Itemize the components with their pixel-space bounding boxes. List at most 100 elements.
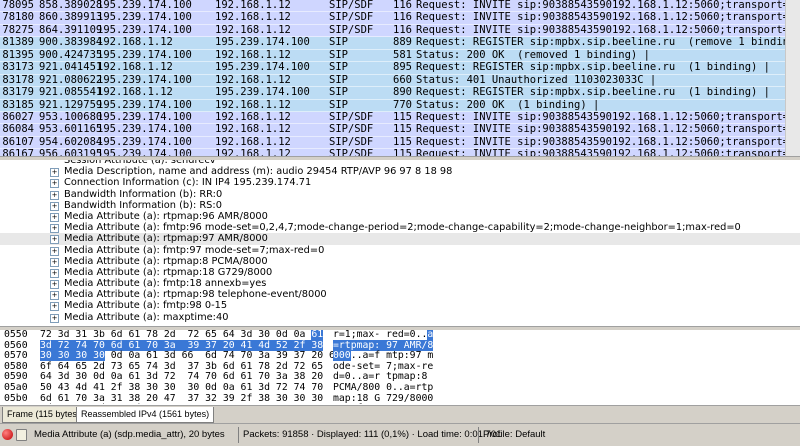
- status-bar: Media Attribute (a) (sdp.media_attr), 20…: [0, 423, 800, 446]
- hex-bytes: 72 3d 31 3b 6d 61 78 2d 72 65 64 3d 30 0…: [40, 330, 324, 341]
- packet-number: 86107: [2, 135, 34, 148]
- packet-destination: 192.168.1.12: [215, 98, 291, 111]
- packet-protocol: SIP: [329, 73, 348, 86]
- detail-row[interactable]: + Media Attribute (a): rtpmap:18 G729/800…: [0, 267, 800, 278]
- hex-ascii-plain: ode-set= 7;max-re: [333, 360, 434, 372]
- detail-row-label: Media Attribute (a): rtpmap:96 AMR/8000: [64, 210, 268, 222]
- status-profile[interactable]: Profile: Default: [478, 427, 545, 443]
- status-packets: Packets: 91858 · Displayed: 111 (0,1%) ·…: [238, 427, 501, 443]
- detail-row[interactable]: + Media Attribute (a): fmtp:97 mode-set=7…: [0, 245, 800, 256]
- packet-length: 115: [393, 148, 412, 156]
- hex-row[interactable]: 0550 72 3d 31 3b 6d 61 78 2d 72 65 64 3d …: [0, 330, 800, 341]
- packet-length: 660: [393, 73, 412, 86]
- packet-protocol: SIP: [329, 98, 348, 111]
- expand-icon[interactable]: +: [50, 280, 59, 290]
- hex-bytes-plain: 0d 0a 61 3d 66 6d 74 70 3a 31 38 20 61 6…: [40, 403, 323, 404]
- packet-number: 81395: [2, 48, 34, 61]
- hex-offset: 0550: [4, 330, 28, 340]
- packet-destination: 195.239.174.100: [215, 61, 310, 74]
- expand-icon[interactable]: +: [50, 257, 59, 267]
- packet-row[interactable]: 83173 921.041451 192.168.1.12 195.239.174.1…: [0, 61, 800, 75]
- detail-row[interactable]: + Media Attribute (a): rtpmap:97 AMR/8000: [0, 233, 800, 245]
- packet-row[interactable]: 83179 921.085541 192.168.1.12 195.239.174.1…: [0, 86, 800, 100]
- expand-icon[interactable]: +: [50, 246, 59, 256]
- packet-row[interactable]: 78180 860.389913 195.239.174.100 192.168.1.…: [0, 11, 800, 25]
- expand-icon[interactable]: +: [50, 302, 59, 312]
- expand-icon[interactable]: +: [50, 190, 59, 200]
- capture-comment-icon[interactable]: [16, 429, 27, 441]
- packet-info: Request: REGISTER sip:mpbx.sip.beeline.r…: [416, 61, 771, 74]
- packet-destination: 192.168.1.12: [215, 23, 291, 36]
- packet-length: 890: [393, 86, 412, 99]
- detail-row-label: Session Attribute (a): sendrecv: [64, 160, 216, 166]
- packet-info: Request: INVITE sip:90388543590192.168.1…: [416, 110, 800, 123]
- detail-row[interactable]: + Media Attribute (a): rtpmap:96 AMR/8000: [0, 211, 800, 222]
- detail-row[interactable]: + Media Attribute (a): fmtp:96 mode-set=0…: [0, 222, 800, 234]
- detail-row[interactable]: + Connection Information (c): IN IP4 195.…: [0, 177, 800, 189]
- hex-bytes-highlighted: 3d 72 74 70 6d 61 70 3a 39 37 20 41 4d 5…: [40, 339, 324, 351]
- packet-protocol: SIP/SDF: [329, 23, 374, 36]
- detail-row-label: Media Attribute (a): fmtp:96 mode-set=0,…: [64, 222, 741, 234]
- packet-source: 195.239.174.100: [97, 48, 192, 61]
- detail-row-label: Media Attribute (a): fmtp:98 0-15: [64, 300, 228, 312]
- packet-protocol: SIP/SDF: [329, 11, 374, 24]
- packet-time: 921.080622: [39, 73, 103, 86]
- hex-ascii-highlighted: 000: [333, 350, 351, 362]
- packet-bytes-pane[interactable]: 0550 72 3d 31 3b 6d 61 78 2d 72 65 64 3d …: [0, 330, 800, 404]
- detail-row[interactable]: + Media Attribute (a): fmtp:18 annexb=yes: [0, 278, 800, 290]
- hex-ascii-plain: ..a=f mtp:97 m: [350, 350, 434, 362]
- expand-icon[interactable]: +: [50, 224, 59, 234]
- detail-row[interactable]: + Bandwidth Information (b): RS:0: [0, 200, 800, 211]
- expand-icon[interactable]: +: [50, 291, 59, 301]
- packet-info: Request: INVITE sip:90388543590192.168.1…: [416, 23, 800, 36]
- detail-row[interactable]: + Bandwidth Information (b): RR:0: [0, 189, 800, 200]
- expert-info-icon[interactable]: [2, 429, 13, 440]
- detail-row-label: Media Attribute (a): fmtp:97 mode-set=7;…: [64, 244, 325, 256]
- expand-icon[interactable]: +: [50, 212, 59, 222]
- packet-protocol: SIP/SDF: [329, 123, 374, 136]
- packet-source: 195.239.174.100: [97, 123, 192, 136]
- packet-list[interactable]: 78095 858.389028 195.239.174.100 192.168.1.…: [0, 0, 800, 156]
- expand-icon[interactable]: +: [50, 201, 59, 211]
- expand-icon[interactable]: +: [50, 313, 59, 323]
- packet-time: 858.389028: [39, 0, 103, 11]
- packet-time: 900.424735: [39, 48, 103, 61]
- packet-row[interactable]: 81389 900.383984 192.168.1.12 195.239.174.1…: [0, 36, 800, 50]
- packet-list-scrollbar[interactable]: [785, 0, 800, 156]
- detail-row[interactable]: + Media Description, name and address (m)…: [0, 166, 800, 178]
- detail-row[interactable]: + Media Attribute (a): rtpmap:8 PCMA/8000: [0, 256, 800, 267]
- packet-destination: 192.168.1.12: [215, 148, 291, 156]
- expand-icon[interactable]: +: [50, 268, 59, 278]
- detail-row[interactable]: + Media Attribute (a): fmtp:98 0-15: [0, 300, 800, 312]
- packet-row[interactable]: 86167 956.603195 195.239.174.100 192.168.1.…: [0, 148, 800, 156]
- hex-bytes-plain: 50 43 4d 41 2f 38 30 30 30 0d 0a 61 3d 7…: [40, 381, 324, 393]
- packet-time: 921.085541: [39, 86, 103, 99]
- packet-destination: 192.168.1.12: [215, 11, 291, 24]
- expand-icon[interactable]: +: [50, 235, 59, 245]
- packet-length: 889: [393, 36, 412, 49]
- tab-reassembled-ipv4[interactable]: Reassembled IPv4 (1561 bytes): [76, 407, 215, 423]
- packet-number: 78275: [2, 23, 34, 36]
- hex-bytes-highlighted: 30 30 30 30: [40, 350, 105, 362]
- packet-time: 864.391109: [39, 23, 103, 36]
- packet-protocol: SIP/SDF: [329, 110, 374, 123]
- detail-row[interactable]: + Media Attribute (a): maxptime:40: [0, 312, 800, 323]
- status-field-info: Media Attribute (a) (sdp.media_attr), 20…: [34, 429, 225, 440]
- packet-length: 581: [393, 48, 412, 61]
- packet-row[interactable]: 86084 953.601165 195.239.174.100 192.168.1.…: [0, 123, 800, 137]
- expand-icon[interactable]: +: [50, 179, 59, 189]
- bytes-tabs: Frame (115 bytes) Reassembled IPv4 (1561…: [0, 405, 800, 424]
- detail-row-label: Media Attribute (a): fmtp:18 annexb=yes: [64, 278, 267, 290]
- packet-time: 953.100680: [39, 110, 103, 123]
- packet-time: 953.601165: [39, 123, 103, 136]
- packet-details-tree[interactable]: Session Attribute (a): sendrecv + Media De…: [0, 160, 800, 326]
- tab-frame[interactable]: Frame (115 bytes): [2, 407, 85, 423]
- packet-source: 195.239.174.100: [97, 23, 192, 36]
- packet-protocol: SIP: [329, 61, 348, 74]
- detail-row[interactable]: + Media Attribute (a): rtpmap:98 telephon…: [0, 289, 800, 301]
- packet-info: Status: 200 OK (removed 1 binding) |: [416, 48, 650, 61]
- packet-destination: 192.168.1.12: [215, 135, 291, 148]
- detail-row-label: Media Attribute (a): maxptime:40: [64, 311, 229, 323]
- packet-source: 192.168.1.12: [97, 36, 173, 49]
- expand-icon[interactable]: +: [50, 168, 59, 178]
